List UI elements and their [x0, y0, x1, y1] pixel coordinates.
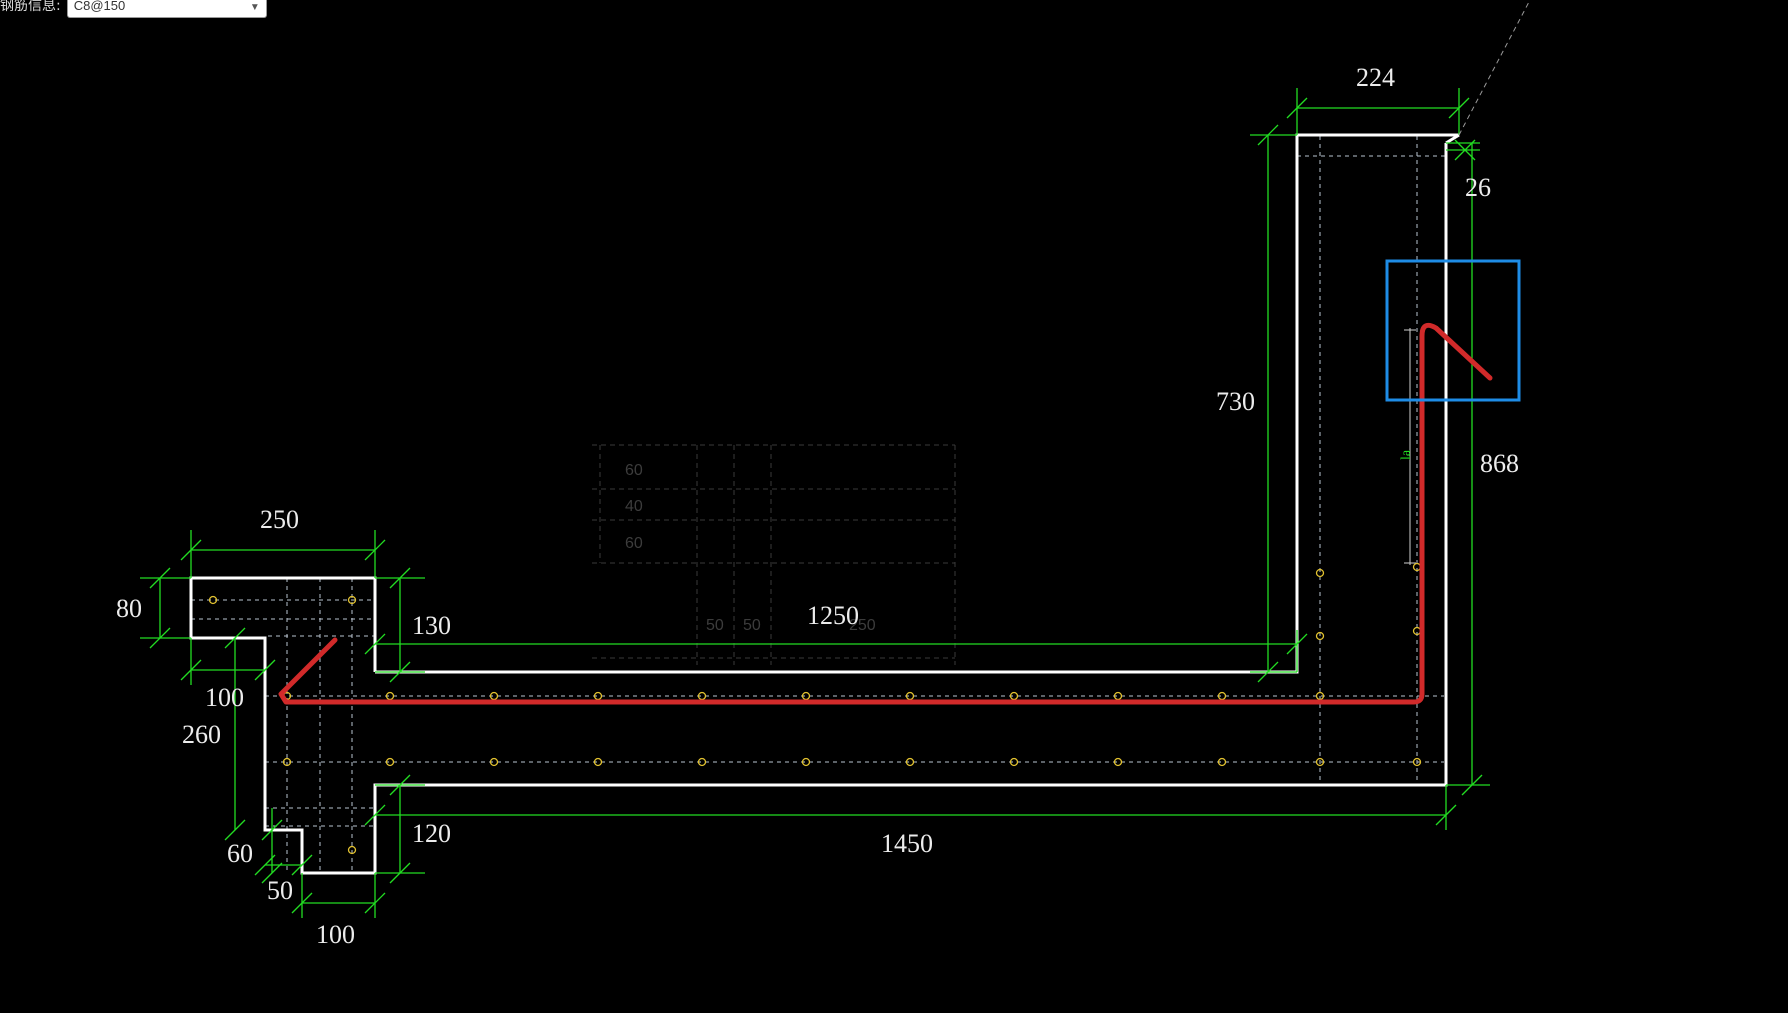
hidden-lines: [191, 136, 1446, 873]
dim-26: 26: [1465, 173, 1491, 202]
rebar-info-value: C8@150: [73, 0, 126, 13]
ghost-col-2: 50: [743, 617, 761, 634]
dim-224: 224: [1356, 63, 1395, 92]
dim-120: 120: [412, 819, 451, 848]
dim-100-left: 100: [205, 683, 244, 712]
rebar-info-select[interactable]: C8@150 ▼: [66, 0, 267, 18]
ghost-row-1: 60: [625, 462, 643, 479]
dim-la: la: [1399, 449, 1414, 460]
dim-260: 260: [182, 720, 221, 749]
dim-250: 250: [260, 505, 299, 534]
dim-100-bottom: 100: [316, 920, 355, 949]
rebar-info-label: 钢筋信息:: [0, 0, 61, 14]
ghost-row-3: 60: [625, 535, 643, 552]
dim-1450: 1450: [881, 829, 933, 858]
ghost-col-1: 50: [706, 617, 724, 634]
la-dimension: [1404, 328, 1416, 565]
dim-60: 60: [227, 839, 253, 868]
dim-868: 868: [1480, 449, 1519, 478]
dim-50: 50: [267, 876, 293, 905]
dim-80: 80: [116, 594, 142, 623]
ghost-table: [592, 444, 956, 665]
ghost-row-2: 40: [625, 498, 643, 515]
rebar-path[interactable]: [278, 322, 1493, 705]
chevron-down-icon: ▼: [249, 2, 260, 13]
dim-730: 730: [1216, 387, 1255, 416]
dimension-lines: [140, 88, 1490, 918]
cad-canvas[interactable]: 钢筋信息: C8@150 ▼ 60 40 60 50 50 250 250 80…: [0, 0, 1788, 1013]
dim-130: 130: [412, 611, 451, 640]
section-drawing: 60 40 60 50 50 250 250 80 130 100 260 60…: [116, 0, 1531, 949]
dim-1250: 1250: [807, 601, 859, 630]
rebar-info-bar: 钢筋信息: C8@150 ▼: [0, 0, 267, 18]
leader-line: [1458, 0, 1531, 136]
